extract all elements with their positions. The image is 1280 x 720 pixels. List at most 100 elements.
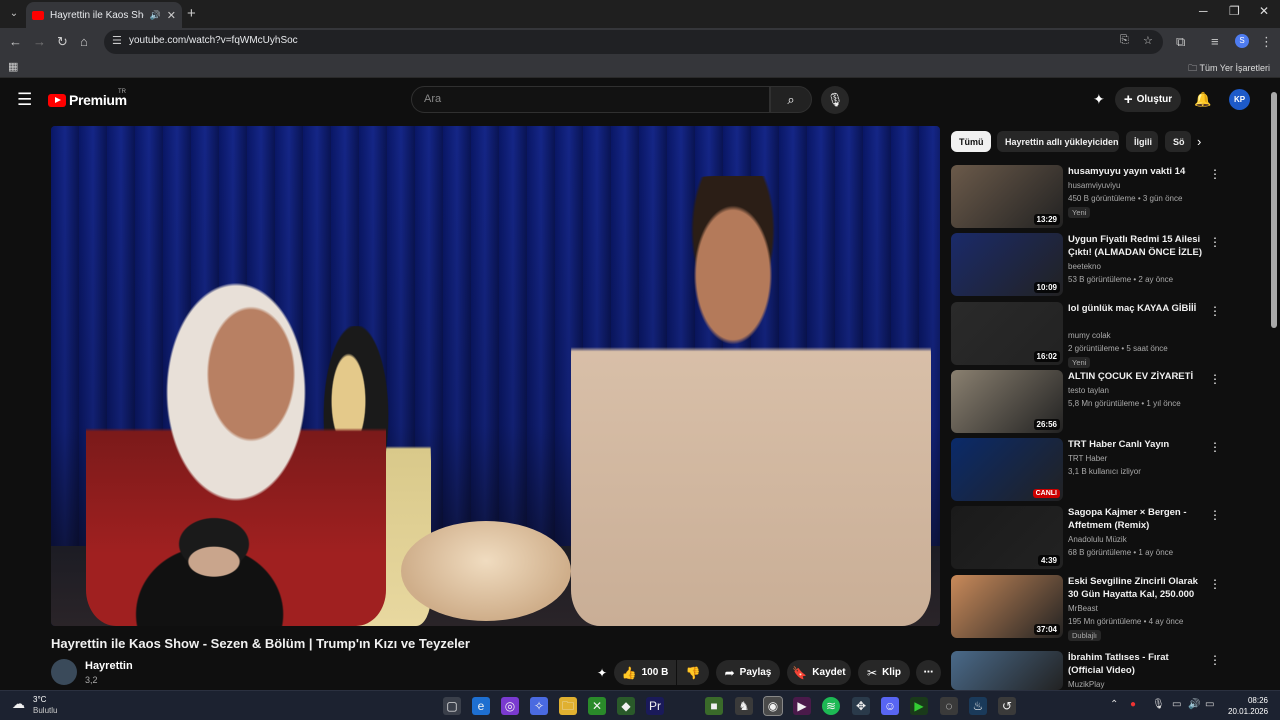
app-icon[interactable]: ◎	[501, 697, 519, 715]
recommendation-channel[interactable]: beetekno	[1068, 262, 1101, 271]
recommendation-title[interactable]: Sagopa Kajmer × Bergen - Affetmem (Remix…	[1068, 506, 1204, 532]
recommendation-title[interactable]: İbrahim Tatlıses - Fırat (Official Video…	[1068, 651, 1204, 677]
recommendation-channel[interactable]: husamviyuviyu	[1068, 181, 1120, 190]
channel-name[interactable]: Hayrettin	[85, 660, 133, 672]
recommendation-item[interactable]: 4:39 Sagopa Kajmer × Bergen - Affetmem (R…	[951, 506, 1221, 570]
tray-app-icon[interactable]: ●	[1130, 699, 1136, 710]
app8-icon[interactable]: ↺	[998, 697, 1016, 715]
tray-mic-icon[interactable]: 🎙	[1152, 699, 1165, 710]
edge-icon[interactable]: e	[472, 697, 490, 715]
more-vertical-icon[interactable]: ⋮	[1209, 372, 1221, 386]
task-view-icon[interactable]: ▢	[443, 697, 461, 715]
recommendation-title[interactable]: lol günlük maç KAYAA GİBİİİ	[1068, 302, 1204, 315]
address-bar[interactable]: ☰ youtube.com/watch?v=fqWMcUyhSoc ⎘ ☆	[104, 30, 1163, 54]
close-window-icon[interactable]: ✕	[1259, 4, 1269, 18]
filter-chip[interactable]: Sö	[1165, 131, 1191, 152]
filter-chip[interactable]: İlgili	[1126, 131, 1158, 152]
tab-search-chevron-icon[interactable]: ⌄	[5, 5, 23, 23]
more-vertical-icon[interactable]: ⋮	[1209, 167, 1221, 181]
tray-volume-icon[interactable]: 🔊	[1188, 699, 1200, 710]
browser-tab[interactable]: Hayrettin ile Kaos Show - 2 🔊 ✕	[26, 2, 182, 28]
recommendation-channel[interactable]: mumy colak	[1068, 331, 1111, 340]
video-thumbnail[interactable]: 13:29	[951, 165, 1063, 228]
account-avatar[interactable]: KP	[1229, 89, 1250, 110]
create-button[interactable]: + Oluştur	[1115, 87, 1181, 112]
tab-close-icon[interactable]: ✕	[167, 9, 176, 22]
chrome-icon[interactable]: ◉	[763, 696, 783, 716]
recommendation-item[interactable]: CANLI TRT Haber Canlı Yayın TRT Haber 3,1 B…	[951, 438, 1221, 502]
video-thumbnail[interactable]: CANLI	[951, 438, 1063, 501]
save-button[interactable]: 🔖 Kaydet	[787, 660, 851, 685]
video-thumbnail[interactable]: 37:04	[951, 575, 1063, 638]
channel-avatar[interactable]	[51, 659, 77, 685]
share-button[interactable]: ➦ Paylaş	[716, 660, 780, 685]
recommendation-channel[interactable]: MrBeast	[1068, 604, 1098, 613]
recommendation-channel[interactable]: TRT Haber	[1068, 454, 1107, 463]
recommendation-title[interactable]: Uygun Fiyatlı Redmi 15 Ailesi Çıktı! (AL…	[1068, 233, 1204, 259]
menu-hamburger-icon[interactable]: ☰	[17, 90, 32, 110]
weather-cloud-icon[interactable]: ☁	[12, 696, 25, 712]
restore-icon[interactable]: ❐	[1229, 4, 1240, 18]
copilot-icon[interactable]: ✧	[530, 697, 548, 715]
app3-icon[interactable]: ♞	[735, 697, 753, 715]
app2-icon[interactable]: ◆	[617, 697, 635, 715]
reload-icon[interactable]: ↻	[57, 34, 68, 50]
tray-battery-icon[interactable]: ▭	[1205, 699, 1214, 710]
recommendation-item[interactable]: 26:56 ALTIN ÇOCUK EV ZİYARETİ testo taylan…	[951, 370, 1221, 434]
video-thumbnail[interactable]: 4:39	[951, 506, 1063, 569]
bookmark-star-icon[interactable]: ☆	[1143, 34, 1153, 47]
xbox-icon[interactable]: ✕	[588, 697, 606, 715]
more-vertical-icon[interactable]: ⋮	[1209, 235, 1221, 249]
app5-icon[interactable]: ✥	[852, 697, 870, 715]
video-thumbnail[interactable]	[951, 651, 1063, 690]
youtube-logo[interactable]: Premium	[48, 92, 127, 108]
recommendation-title[interactable]: ALTIN ÇOCUK EV ZİYARETİ	[1068, 370, 1204, 383]
filter-chip[interactable]: Hayrettin adlı yükleyiciden	[997, 131, 1119, 152]
search-button[interactable]: ⌕	[770, 86, 812, 113]
more-actions-button[interactable]: ⋯	[916, 660, 941, 685]
more-vertical-icon[interactable]: ⋮	[1209, 508, 1221, 522]
recommendation-title[interactable]: TRT Haber Canlı Yayın	[1068, 438, 1204, 451]
app6-icon[interactable]: ▶	[910, 697, 928, 715]
recommendation-channel[interactable]: testo taylan	[1068, 386, 1109, 395]
like-button[interactable]: 👍 100 B	[614, 660, 676, 685]
recommendation-title[interactable]: Eski Sevgiline Zincirli Olarak 30 Gün Ha…	[1068, 575, 1204, 601]
recommendation-item[interactable]: 10:09 Uygun Fiyatlı Redmi 15 Ailesi Çıktı…	[951, 233, 1221, 297]
chevron-right-icon[interactable]: ›	[1197, 134, 1201, 149]
notifications-bell-icon[interactable]: 🔔	[1194, 91, 1211, 108]
speaker-icon[interactable]: 🔊	[150, 10, 161, 21]
page-scrollbar[interactable]	[1271, 92, 1277, 328]
dislike-button[interactable]: 👎	[677, 660, 709, 685]
search-input[interactable]: Ara	[411, 86, 770, 113]
more-vertical-icon[interactable]: ⋮	[1209, 440, 1221, 454]
recommendation-item[interactable]: 13:29 husamyuyu yayın vakti 14 husamviyuvi…	[951, 165, 1221, 229]
recommendation-item[interactable]: 16:02 lol günlük maç KAYAA GİBİİİ mumy col…	[951, 302, 1221, 368]
tray-chevron-icon[interactable]: ⌃	[1110, 699, 1118, 710]
site-info-icon[interactable]: ☰	[112, 34, 122, 47]
recommendation-item[interactable]: 37:04 Eski Sevgiline Zincirli Olarak 30 G…	[951, 575, 1221, 641]
clip-button[interactable]: ✂ Klip	[858, 660, 910, 685]
video-player[interactable]	[51, 126, 940, 626]
video-thumbnail[interactable]: 26:56	[951, 370, 1063, 433]
recommendation-channel[interactable]: MuzikPlay	[1068, 680, 1104, 689]
spotify-icon[interactable]: ≋	[822, 697, 840, 715]
recommendation-title[interactable]: husamyuyu yayın vakti 14	[1068, 165, 1204, 178]
filter-chip[interactable]: Tümü	[951, 131, 991, 152]
video-thumbnail[interactable]: 16:02	[951, 302, 1063, 365]
steam-icon[interactable]: ♨	[969, 697, 987, 715]
recommendation-item[interactable]: İbrahim Tatlıses - Fırat (Official Video…	[951, 651, 1221, 690]
premium-sparkle-button[interactable]: ✦	[591, 660, 613, 685]
extensions-icon[interactable]: ⧉	[1176, 34, 1185, 50]
more-vertical-icon[interactable]: ⋮	[1209, 577, 1221, 591]
recommendation-channel[interactable]: Anadolulu Müzik	[1068, 535, 1127, 544]
app4-icon[interactable]: ▶	[793, 697, 811, 715]
profile-avatar[interactable]: S	[1235, 34, 1249, 48]
tray-network-icon[interactable]: ▭	[1172, 699, 1181, 710]
forward-icon[interactable]: →	[33, 34, 46, 50]
taskbar-clock[interactable]: 08:26 20.01.2026	[1228, 695, 1268, 717]
minecraft-icon[interactable]: ■	[705, 697, 723, 715]
new-tab-button[interactable]: +	[187, 5, 196, 22]
discord-icon[interactable]: ☺	[881, 697, 899, 715]
all-bookmarks-button[interactable]: 🗀 Tüm Yer İşaretleri	[1188, 61, 1270, 77]
voice-search-mic-icon[interactable]: 🎙	[821, 86, 849, 114]
